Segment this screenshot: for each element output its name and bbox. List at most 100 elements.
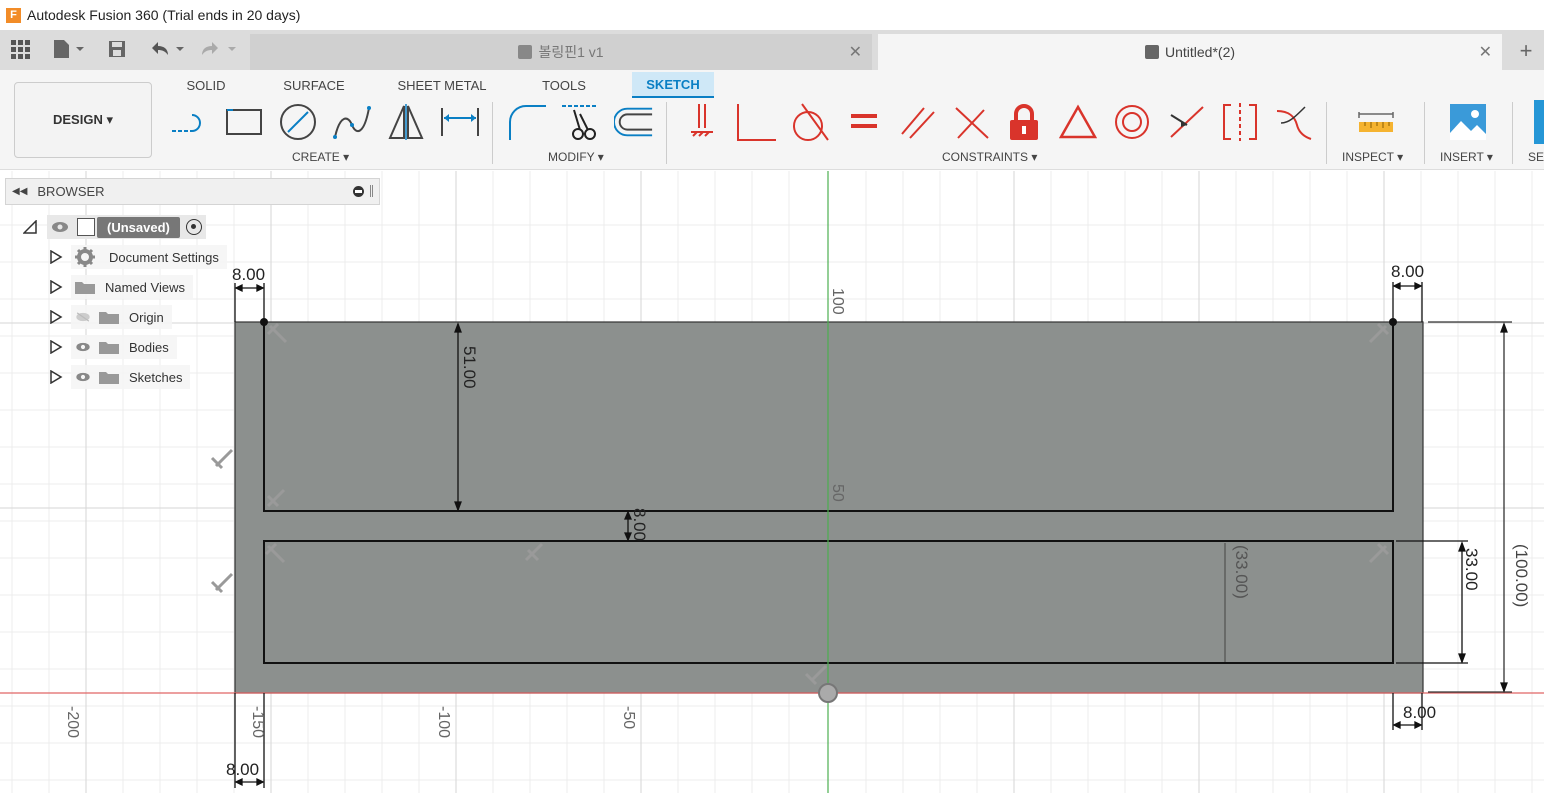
new-tab-plus-icon[interactable]: + [1514,40,1538,64]
sketch-profile-region[interactable] [235,322,1423,693]
fusion-logo-icon: F [6,7,21,23]
expand-triangle-icon[interactable] [49,250,63,264]
folder-icon [99,312,119,324]
save-icon[interactable] [108,38,126,60]
axis-tick-label: 100 [829,288,846,315]
mirror-icon[interactable] [386,100,426,144]
tab-surface[interactable]: SURFACE [268,72,360,98]
perpendicular-icon[interactable] [952,100,992,144]
modify-group-label[interactable]: MODIFY ▾ [548,150,604,164]
browser-header[interactable]: ◀◀ BROWSER [5,178,380,205]
expand-triangle-icon[interactable] [49,310,63,324]
dimension-label[interactable]: 8.00 [1403,703,1436,722]
tab-solid[interactable]: SOLID [170,72,242,98]
equal-icon[interactable] [844,100,884,144]
origin-point[interactable] [818,683,838,703]
ribbon-divider [1326,102,1327,164]
doc-tab-bowling-pin[interactable]: 볼링핀1 v1 ✕ [250,34,872,70]
window-title: Autodesk Fusion 360 (Trial ends in 20 da… [27,7,301,23]
offset-icon[interactable] [614,100,654,144]
app-grid-icon[interactable] [10,38,30,60]
sketch-viewport[interactable]: 8.00 8.00 51.00 8.00 (33.00) 33.00 (100.… [0,171,1544,793]
tree-item-label: Bodies [129,339,169,355]
visibility-eye-icon[interactable] [51,221,69,233]
dimension-label[interactable]: (33.00) [1232,545,1251,599]
symmetry-icon[interactable] [1220,100,1260,144]
undo-icon[interactable] [148,38,188,60]
dimension-label[interactable]: 8.00 [630,508,649,541]
expand-triangle-icon[interactable] [49,340,63,354]
insert-group-label[interactable]: INSERT ▾ [1440,150,1493,164]
trim-icon[interactable] [560,100,600,144]
horizontal-vertical-icon[interactable] [682,100,722,144]
tab-tools[interactable]: TOOLS [524,72,604,98]
axis-tick-label: -150 [249,706,266,738]
fillet-icon[interactable] [506,100,546,144]
dimension-label[interactable]: (100.00) [1512,544,1531,607]
component-icon [518,45,533,59]
browser-item-sketches[interactable]: Sketches [49,364,191,390]
spline-icon[interactable] [332,100,372,144]
line-icon[interactable] [170,100,210,144]
browser-panel: ◀◀ BROWSER (Unsaved) Document Settings N… [5,178,380,389]
midpoint-icon[interactable] [1058,100,1098,144]
dimension-label[interactable]: 8.00 [226,760,259,779]
create-group-label[interactable]: CREATE ▾ [292,150,349,164]
tab-sketch[interactable]: SKETCH [632,72,714,98]
browser-item-bodies[interactable]: Bodies [49,334,177,360]
measure-icon[interactable] [1356,100,1396,144]
close-tab-icon[interactable]: ✕ [849,42,862,62]
browser-item-named-views[interactable]: Named Views [49,274,193,300]
browser-item-origin[interactable]: Origin [49,304,172,330]
visibility-eye-icon[interactable] [75,372,91,382]
dimension-label[interactable]: 8.00 [1391,262,1424,281]
tangent-icon[interactable] [790,100,830,144]
tab-sheet-metal[interactable]: SHEET METAL [392,72,492,98]
gear-icon [75,247,95,267]
dimension-icon[interactable] [440,100,480,144]
concentric-icon[interactable] [1112,100,1152,144]
title-bar: F Autodesk Fusion 360 (Trial ends in 20 … [0,0,1544,30]
browser-root-row[interactable]: (Unsaved) [23,214,206,240]
browser-title: BROWSER [37,184,105,199]
workspace-design-button[interactable]: DESIGN ▾ [14,82,152,158]
axis-tick-label: -200 [64,706,81,738]
insert-image-icon[interactable] [1448,100,1488,144]
dimension-label[interactable]: 51.00 [460,346,479,389]
select-tool-icon[interactable] [1534,100,1544,144]
file-menu-icon[interactable] [52,38,84,60]
inspect-group-label[interactable]: INSPECT ▾ [1342,150,1403,164]
expand-triangle-icon[interactable] [49,280,63,294]
dimension-label[interactable]: 8.00 [232,265,265,284]
activate-component-icon[interactable] [185,219,202,235]
tree-item-label: Document Settings [109,249,219,265]
parallel-icon[interactable] [898,100,938,144]
folder-icon [99,372,119,384]
collapse-browser-icon[interactable]: ◀◀ [12,186,27,197]
browser-item-document-settings[interactable]: Document Settings [49,244,227,270]
rectangle-icon[interactable] [224,100,264,144]
collapse-triangle-icon[interactable] [23,220,37,234]
collinear-icon[interactable] [1166,100,1206,144]
redo-icon[interactable] [198,38,240,60]
select-group-label[interactable]: SE [1528,150,1544,164]
doc-tab-untitled[interactable]: Untitled*(2) ✕ [878,34,1502,70]
root-component-label[interactable]: (Unsaved) [97,216,180,238]
folder-icon [99,342,119,354]
hidden-eye-icon[interactable] [75,312,91,322]
close-tab-icon[interactable]: ✕ [1479,42,1492,62]
coincident-icon[interactable] [736,100,776,144]
dimension-label[interactable]: 33.00 [1462,548,1481,591]
curvature-icon[interactable] [1274,100,1314,144]
sketch-canvas[interactable]: 8.00 8.00 51.00 8.00 (33.00) 33.00 (100.… [0,171,1544,793]
circle-icon[interactable] [278,100,318,144]
constraints-group-label[interactable]: CONSTRAINTS ▾ [942,150,1037,164]
expand-triangle-icon[interactable] [49,370,63,384]
minimize-panel-icon[interactable] [353,185,364,197]
axis-tick-label: -50 [620,706,637,729]
pin-panel-icon[interactable] [370,185,373,197]
tree-item-label: Origin [129,309,164,325]
ribbon-divider [1424,102,1425,164]
visibility-eye-icon[interactable] [75,342,91,352]
fix-unfix-icon[interactable] [1004,100,1044,144]
